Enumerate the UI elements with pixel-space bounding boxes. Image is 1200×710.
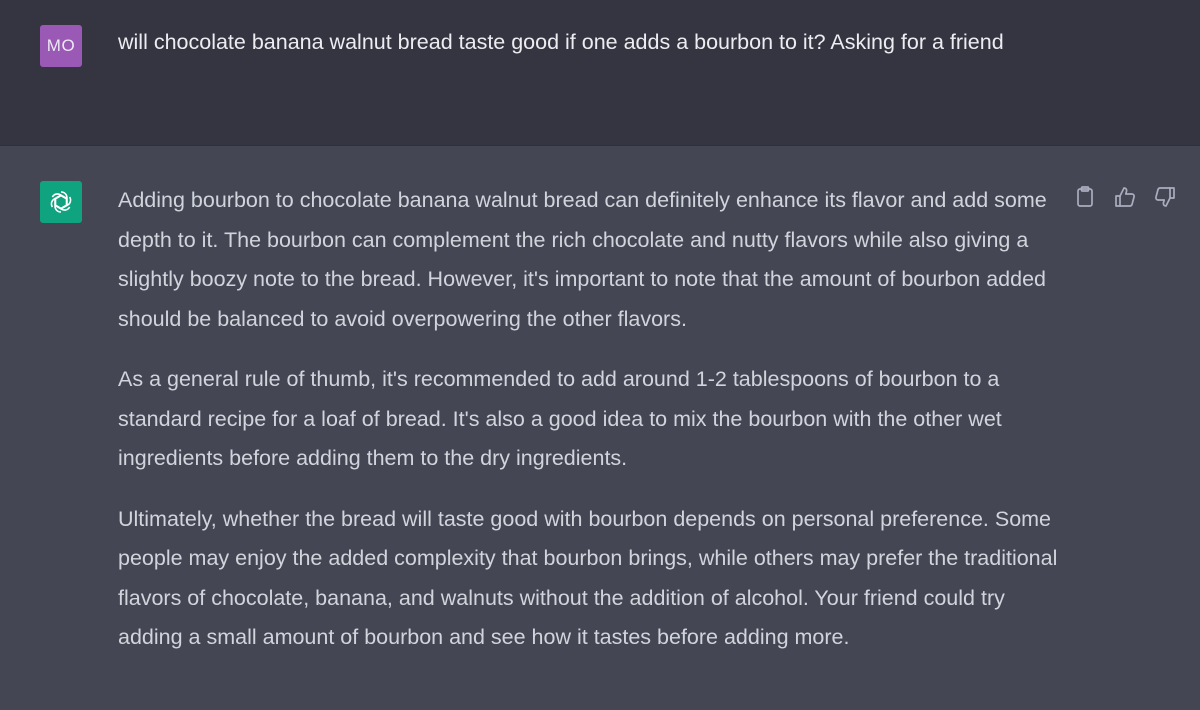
answer-paragraph: Ultimately, whether the bread will taste… — [118, 506, 1058, 650]
thumbs-up-icon — [1115, 187, 1135, 207]
assistant-message-row: Adding bourbon to chocolate banana walnu… — [0, 146, 1200, 710]
openai-logo-icon — [40, 181, 82, 223]
thumbs-down-icon — [1155, 187, 1175, 207]
user-message-row: MO will chocolate banana walnut bread ta… — [0, 0, 1200, 146]
thumbs-up-button[interactable] — [1112, 184, 1138, 210]
user-message-text: will chocolate banana walnut bread taste… — [118, 30, 1004, 54]
copy-button[interactable] — [1072, 184, 1098, 210]
message-actions — [1072, 184, 1178, 210]
answer-paragraph: As a general rule of thumb, it's recomme… — [118, 367, 1002, 470]
assistant-message-text: Adding bourbon to chocolate banana walnu… — [118, 181, 1063, 679]
user-avatar: MO — [40, 25, 82, 67]
answer-paragraph: Adding bourbon to chocolate banana walnu… — [118, 188, 1047, 331]
thumbs-down-button[interactable] — [1152, 184, 1178, 210]
clipboard-icon — [1077, 186, 1093, 207]
